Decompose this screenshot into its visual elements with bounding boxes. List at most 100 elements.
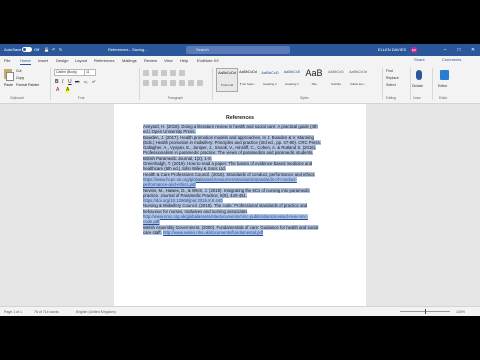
bullets-icon[interactable]	[143, 70, 149, 76]
superscript-button[interactable]: x²	[92, 79, 95, 84]
style-heading-2[interactable]: AaBbCcE Heading 2	[282, 68, 302, 90]
editing-group-label: Editing	[386, 96, 396, 100]
page-count[interactable]: Page 1 of 1	[4, 310, 22, 314]
style-subtitle[interactable]: AaBbCcD Subtitle	[326, 68, 346, 90]
status-bar: Page 1 of 1 76 of 714 words English (Uni…	[0, 306, 480, 316]
paste-button[interactable]	[3, 68, 14, 82]
underline-button[interactable]: U	[68, 79, 72, 85]
italic-button[interactable]: I	[62, 79, 63, 85]
style-preview: AaBbCcE	[283, 70, 301, 74]
reference-entry: Aveyard, H. (2018). Doing a literature r…	[143, 124, 321, 135]
align-right-icon[interactable]	[161, 80, 167, 86]
line-spacing-icon[interactable]	[179, 80, 185, 86]
zoom-slider[interactable]	[400, 309, 450, 314]
word-count[interactable]: 76 of 714 words	[34, 310, 59, 314]
cut-button[interactable]: Cut	[16, 69, 21, 73]
shading-icon[interactable]	[188, 80, 194, 86]
reference-link[interactable]: http://www.wales.nhs.uk/documents/fundam…	[163, 229, 264, 235]
style-preview: AaBbCcDd	[349, 70, 367, 74]
style-normal[interactable]: AaBbCcDd ¶ Normal	[216, 68, 238, 92]
style-name: Subtitle	[330, 82, 341, 86]
user-name: ELLEN DAVIES	[378, 47, 407, 52]
divider	[212, 68, 213, 100]
style-name: ¶ No Spac...	[239, 82, 257, 86]
search-box[interactable]: Search	[186, 46, 290, 54]
ribbon-tabs: File Home Insert Design Layout Reference…	[0, 56, 480, 65]
save-icon[interactable]: 💾	[44, 47, 49, 52]
dictate-button[interactable]: Dictate	[412, 84, 423, 88]
undo-icon[interactable]: ↶	[52, 47, 55, 52]
autosave-toggle[interactable]	[22, 47, 32, 52]
reference-list: Aveyard, H. (2018). Doing a literature r…	[143, 124, 321, 235]
format-painter-button[interactable]: Format Painter	[16, 83, 39, 87]
numbering-icon[interactable]	[152, 70, 158, 76]
language-indicator[interactable]: English (United Kingdom)	[76, 310, 116, 314]
style-subtle-emphasis[interactable]: AaBbCcDd Subtle Em...	[348, 68, 368, 90]
reference-text: Aveyard, H. (2018). Doing a literature r…	[143, 124, 318, 135]
tab-mailings[interactable]: Mailings	[122, 58, 137, 63]
find-button[interactable]: Find	[386, 69, 393, 73]
style-no-spacing[interactable]: AaBbCcDd ¶ No Spac...	[238, 68, 258, 90]
font-name-select[interactable]: Calibri (Body)	[54, 69, 85, 76]
align-left-icon[interactable]	[143, 80, 149, 86]
font-color-button[interactable]: A	[56, 87, 59, 93]
copy-button[interactable]: Copy	[16, 76, 24, 80]
bold-button[interactable]: B	[55, 79, 59, 85]
window-controls: – □ ✕	[438, 44, 480, 56]
tab-home[interactable]: Home	[20, 58, 31, 65]
maximize-button[interactable]: □	[452, 44, 466, 56]
style-heading-1[interactable]: AaBbCcD Heading 1	[260, 68, 280, 90]
align-center-icon[interactable]	[152, 80, 158, 86]
avatar[interactable]: ED	[411, 47, 417, 53]
style-name: Subtle Em...	[349, 82, 367, 86]
paragraph-group-label: Paragraph	[168, 96, 183, 100]
share-button[interactable]: Share	[414, 57, 425, 62]
editor-icon[interactable]	[440, 70, 449, 80]
tab-help[interactable]: Help	[180, 58, 188, 63]
reference-entry: Greenhalgh, T. (2019). How to read a pap…	[143, 161, 321, 172]
justify-icon[interactable]	[170, 80, 176, 86]
redo-icon[interactable]: ↻	[59, 47, 62, 52]
tab-view[interactable]: View	[164, 58, 173, 63]
tab-review[interactable]: Review	[144, 58, 157, 63]
microphone-icon[interactable]	[416, 70, 422, 80]
document-title: References - Saving...	[108, 47, 148, 52]
minimize-button[interactable]: –	[438, 44, 452, 56]
tab-design[interactable]: Design	[56, 58, 68, 63]
autosave-state: Off	[34, 47, 40, 52]
divider	[382, 68, 383, 100]
tab-insert[interactable]: Insert	[38, 58, 48, 63]
zoom-level[interactable]: 100%	[456, 310, 465, 314]
decrease-indent-icon[interactable]	[170, 70, 176, 76]
close-button[interactable]: ✕	[466, 44, 480, 56]
comments-button[interactable]: Comments	[442, 57, 461, 62]
style-preview: AaBbCcDd	[239, 70, 257, 74]
select-button[interactable]: Select	[386, 83, 396, 87]
divider	[410, 68, 411, 100]
reference-entry: Bowden, J. (2017). Health promotion mode…	[143, 134, 321, 146]
strikethrough-button[interactable]: ab	[75, 79, 79, 84]
borders-icon[interactable]	[197, 80, 203, 86]
divider	[50, 68, 51, 100]
paste-sheet-icon	[6, 72, 14, 81]
subscript-button[interactable]: x₂	[84, 79, 88, 84]
style-title[interactable]: AaB Title	[304, 68, 324, 90]
style-name: Heading 1	[263, 82, 277, 86]
multilevel-list-icon[interactable]	[161, 70, 167, 76]
replace-button[interactable]: Replace	[386, 76, 399, 80]
editor-group-label: Editor	[439, 96, 448, 100]
editor-button[interactable]: Editor	[438, 84, 447, 88]
tab-references[interactable]: References	[94, 58, 114, 63]
tab-endnote[interactable]: EndNote X9	[197, 58, 219, 63]
font-size-select[interactable]: 11	[84, 69, 96, 76]
highlight-button[interactable]: A	[66, 87, 70, 93]
reference-entry: Nursing & Midwifery Council. (2018). The…	[143, 203, 321, 225]
reference-link[interactable]: https://doi.org/10.12968/jpar.2016.8.9.4…	[143, 198, 223, 204]
reference-link[interactable]: http://www.nmc.org.uk/globalassets/sited…	[143, 214, 309, 225]
reference-entry: Health & Care Professions Council. (2016…	[143, 171, 321, 188]
document-page[interactable]: References Aveyard, H. (2018). Doing a l…	[114, 104, 366, 306]
reference-link[interactable]: https://www.hcpc-uk.org/globalassets/res…	[143, 176, 297, 188]
increase-indent-icon[interactable]	[179, 70, 185, 76]
tab-file[interactable]: File	[4, 58, 10, 63]
tab-layout[interactable]: Layout	[75, 58, 87, 63]
